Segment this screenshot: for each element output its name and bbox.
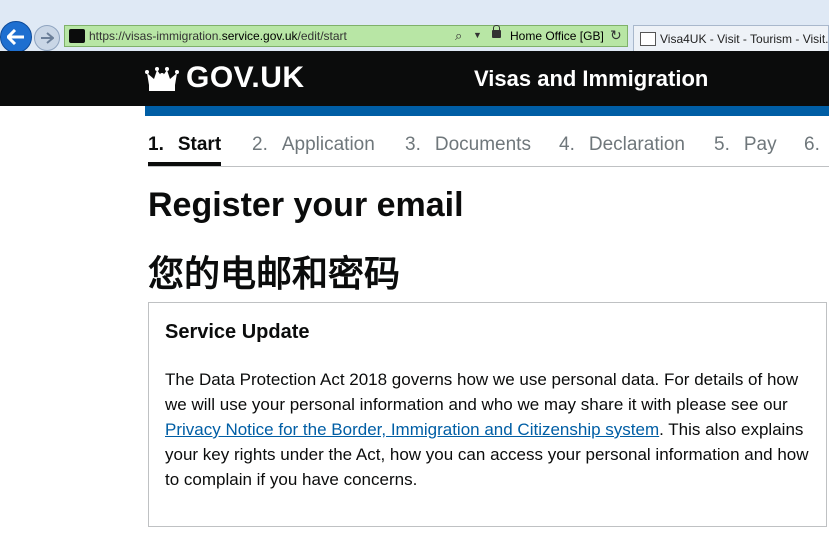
progress-steps: 1. Start 2. Application 3. Documents 4. Decl…	[148, 134, 829, 167]
lock-icon[interactable]	[492, 25, 501, 38]
page-title: Register your email	[148, 186, 464, 224]
privacy-notice-link[interactable]: Privacy Notice for the Border, Immigrati…	[165, 420, 659, 439]
header-accent-strip	[145, 106, 829, 116]
panel-body: The Data Protection Act 2018 governs how…	[165, 370, 809, 489]
panel-title: Service Update	[165, 321, 310, 343]
refresh-icon[interactable]: ↻	[610, 27, 622, 44]
tab-title: Visa4UK - Visit - Tourism - Visit...	[660, 32, 828, 46]
step-application: 2. Application	[252, 134, 375, 155]
govuk-logo[interactable]: GOV.UK	[186, 61, 305, 95]
service-name[interactable]: Visas and Immigration	[474, 66, 708, 92]
page-icon	[640, 32, 656, 46]
page-title-chinese: 您的电邮和密码	[148, 253, 401, 294]
service-update-panel: Service Update The Data Protection Act 2…	[148, 302, 827, 527]
step-start: 1. Start	[148, 134, 222, 166]
step-declaration: 4. Declaration	[559, 134, 685, 155]
address-bar[interactable]: https://visas-immigration.service.gov.uk…	[64, 25, 628, 47]
arrow-right-icon	[41, 32, 54, 44]
certificate-label[interactable]: Home Office [GB]	[510, 29, 604, 43]
url-text[interactable]: https://visas-immigration.service.gov.uk…	[89, 29, 347, 43]
arrow-left-icon	[7, 29, 24, 45]
govuk-favicon-icon	[69, 29, 85, 43]
back-button[interactable]	[0, 21, 32, 53]
browser-tab[interactable]: Visa4UK - Visit - Tourism - Visit...	[633, 25, 829, 51]
forward-button[interactable]	[34, 25, 60, 51]
step-6: 6.	[804, 134, 820, 155]
step-pay: 5. Pay	[714, 134, 777, 155]
govuk-header: GOV.UK Visas and Immigration	[0, 51, 829, 106]
search-icon[interactable]: ⌕	[455, 28, 462, 44]
browser-chrome: https://visas-immigration.service.gov.uk…	[0, 0, 829, 53]
crown-icon	[145, 67, 179, 91]
step-documents: 3. Documents	[405, 134, 531, 155]
dropdown-arrow-icon[interactable]: ▼	[473, 30, 482, 40]
